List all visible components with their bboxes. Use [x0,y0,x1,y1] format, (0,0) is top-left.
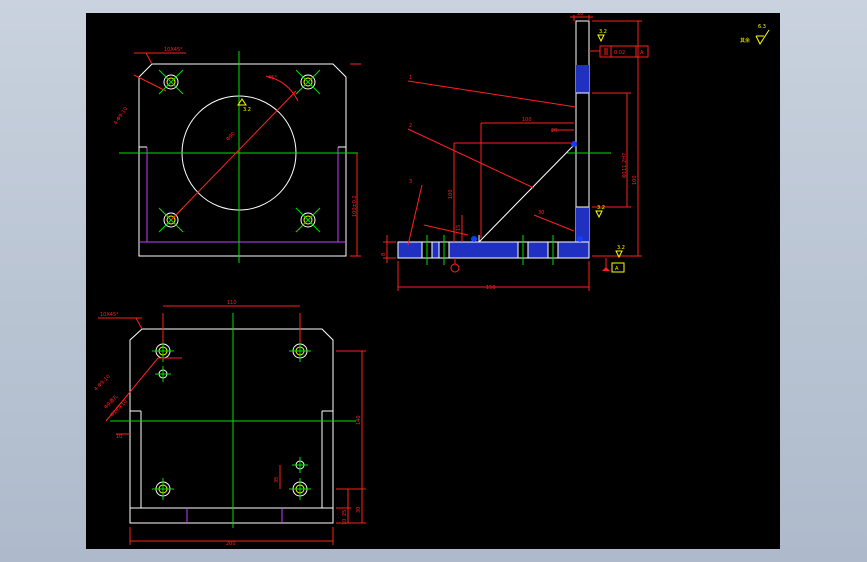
bottom-left-text: 10 [116,434,122,440]
top-height-text: 100±0.2 [352,195,358,217]
bottom-hole-tl [152,340,174,362]
bottom-view: 10X45° 110 4-Φ9-10 Φ9通孔 Φ14深10 10 140 35… [93,300,366,547]
balloon-3-text: 3 [409,179,412,185]
datum-a-text: A [615,266,619,272]
side-bore-hatch-top [576,65,589,93]
side-gap-text: 30 [538,210,544,216]
side-weld-left [471,236,477,242]
bottom-holes-text: 4-Φ9-10 [93,374,112,393]
side-thick-text: 10 [577,13,583,17]
side-rough-3-text: 3.2 [617,245,625,251]
bottom-hole-bl [152,478,174,500]
side-weld-top [571,141,577,147]
balloon-3-leader [407,184,423,246]
side-base-text: 150 [486,285,496,291]
gdt-datum: A [640,50,644,56]
top-chamfer-arrow [145,52,153,65]
top-view: 10X45° 4-Φ9-10 Φ90 45° 100±0.2 3.2 [113,47,361,263]
bottom-d-text: 30 [356,507,362,513]
side-view: 10 100 100 20 15 150 8 100 Φ111.2H7 30 1… [381,13,649,291]
side-rough-1-text: 3.2 [599,29,607,35]
top-chamfer-text: 10X45° [164,47,183,53]
top-holes-text: 4-Φ9-10 [113,106,130,126]
top-bore-text: Φ90 [225,131,237,143]
bottom-chamfer-arrow [135,317,143,330]
top-hole-br [295,207,321,233]
balloon-1-leader [407,80,577,108]
roughness-note: 其余 6.3 [740,24,770,46]
side-rough-2-symbol [595,210,603,219]
cad-drawing: 10X45° 4-Φ9-10 Φ90 45° 100±0.2 3.2 10 10… [93,13,770,547]
side-weld-leader-2 [533,214,575,232]
side-rough-1-symbol [597,34,605,43]
roughness-rest-label: 其余 [740,37,750,44]
balloon-2-leader [407,128,535,189]
bottom-hole-br [289,478,311,500]
bottom-hole-tl-small [155,366,171,382]
top-angle-text: 45° [268,75,277,81]
bottom-base-strip [129,507,334,524]
bottom-hole-br-small [292,457,308,473]
top-roughness-text: 3.2 [243,107,251,113]
side-vert-text: Φ111.2H7 [622,153,628,178]
bottom-height-text: 140 [356,415,362,425]
side-weld-corner [577,236,583,242]
balloon-1-text: 1 [409,75,412,81]
top-bore-dim-line [170,90,297,221]
bottom-span-text: 110 [227,300,237,306]
roughness-rest-value: 6.3 [758,24,766,30]
top-hole-tl [158,69,184,95]
side-datum-circle [450,263,460,273]
side-total-text: 100 [632,175,638,185]
drawing-canvas: 10X45° 4-Φ9-10 Φ90 45° 100±0.2 3.2 10 10… [86,13,780,549]
top-hole-tr [295,69,321,95]
bottom-a-text: 35 [274,477,280,483]
bottom-b-text: 25 [342,510,348,516]
bottom-width-text: 200 [226,541,236,547]
balloon-2-text: 2 [409,123,412,129]
side-span-text: 100 [522,117,532,123]
side-rib-outline [478,144,575,243]
bottom-hole-tr [289,340,311,362]
side-height-text: 100 [448,189,454,199]
side-side-text: 8 [381,253,387,256]
side-rough-2-text: 3.2 [597,205,605,211]
datum-a [602,258,625,273]
gdt-value: 0.02 [614,50,625,56]
side-short-text: 20 [551,128,557,134]
side-mid-text: 15 [456,225,462,231]
bottom-chamfer-text: 10X45° [100,312,119,318]
bottom-c-text: 10 [342,519,348,525]
